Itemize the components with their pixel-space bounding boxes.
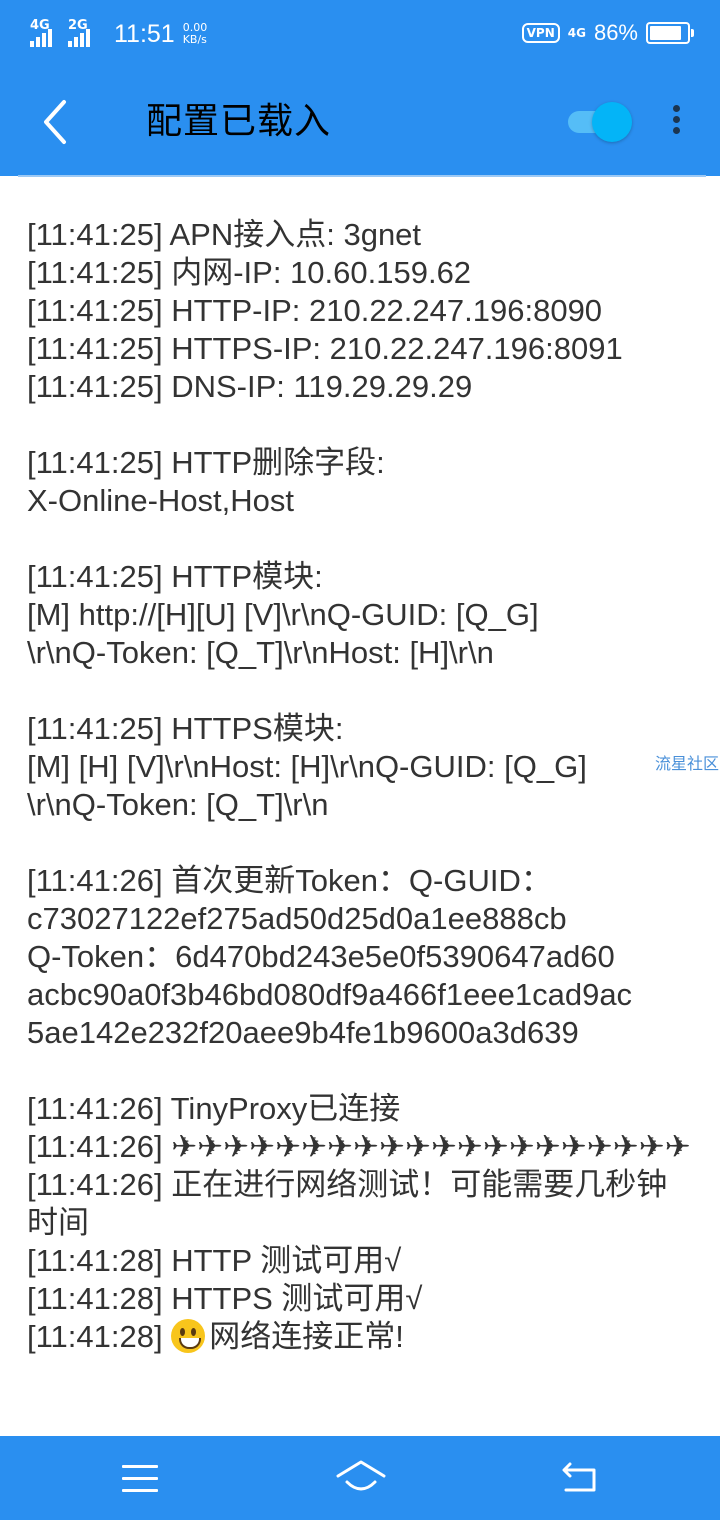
log-line: [11:41:26] 正在进行网络测试！可能需要几秒钟: [27, 1167, 668, 1202]
log-line: Q-Token：6d470bd243e5e0f5390647ad60: [27, 939, 615, 974]
navigation-bar: [0, 1436, 720, 1520]
log-line: 时间: [27, 1205, 89, 1240]
page-title: 配置已载入: [146, 101, 332, 142]
status-bar-right: VPN 4G 86%: [521, 18, 694, 48]
log-line: \r\nQ-Token: [Q_T]\r\nHost: [H]\r\n: [27, 635, 494, 670]
toggle-knob: [592, 102, 632, 142]
battery-percent: 86%: [593, 20, 638, 45]
watermark-text: 流星社区: [655, 754, 720, 773]
log-line: \r\nQ-Token: [Q_T]\r\n: [27, 787, 329, 822]
grinning-face-icon: [171, 1319, 206, 1353]
clock: 11:51: [114, 19, 175, 48]
log-line: [11:41:28] HTTP 测试可用√: [27, 1243, 402, 1278]
log-blank-line: [27, 406, 691, 444]
log-line: [11:41:25] 内网-IP: 10.60.159.62: [27, 255, 472, 290]
log-line: [11:41:28] 网络连接正常!: [27, 1318, 691, 1356]
more-vert-icon[interactable]: [668, 102, 684, 142]
log-blank-line: [27, 824, 691, 862]
log-line: c73027122ef275ad50d25d0a1ee888cb: [27, 901, 567, 936]
vpn-icon: VPN: [521, 23, 560, 43]
status-bar-left: 4G 2G 11:51 0.00 KB/s: [30, 14, 207, 54]
back-arrow-icon[interactable]: [36, 96, 76, 148]
network-type-icon: 4G: [567, 26, 586, 40]
log-view[interactable]: [11:41:25] 软件版本: 2.5.9[11:41:25] APN接入点:…: [0, 176, 720, 1436]
menu-icon[interactable]: [122, 1456, 158, 1500]
log-line: 5ae142e232f20aee9b4fe1b9600a3d639: [27, 1015, 579, 1050]
log-blank-line: [27, 520, 691, 558]
log-line: [M] [H] [V]\r\nHost: [H]\r\nQ-GUID: [Q_G…: [27, 749, 587, 784]
proxy-toggle[interactable]: [568, 102, 632, 142]
log-line: [11:41:25] APN接入点: 3gnet: [27, 217, 422, 252]
network-speed: 0.00 KB/s: [183, 22, 208, 46]
log-line: acbc90a0f3b46bd080df9a466f1eee1cad9ac: [27, 977, 633, 1012]
home-icon[interactable]: [334, 1456, 388, 1500]
battery-icon: [646, 22, 694, 44]
log-line: [11:41:26] TinyProxy已连接: [27, 1091, 401, 1126]
log-line: [M] http://[H][U] [V]\r\nQ-GUID: [Q_G]: [27, 597, 539, 632]
log-line: [11:41:28] HTTPS 测试可用√: [27, 1281, 423, 1316]
log-blank-line: [27, 1052, 691, 1090]
log-line-text: 网络连接正常!: [209, 1319, 404, 1354]
log-line: X-Online-Host,Host: [27, 483, 295, 518]
log-line: [11:41:25] HTTP模块:: [27, 559, 323, 594]
log-content: [11:41:25] 软件版本: 2.5.9[11:41:25] APN接入点:…: [27, 176, 691, 1356]
log-line: [11:41:25] DNS-IP: 119.29.29.29: [27, 369, 473, 404]
log-line: [11:41:25] HTTPS-IP: 210.22.247.196:8091: [27, 331, 623, 366]
speed-unit: KB/s: [182, 33, 207, 46]
log-line: [11:41:26] 首次更新Token：Q-GUID：: [27, 863, 552, 898]
signal-4g-icon: 4G: [30, 19, 62, 49]
log-line: [11:41:25] HTTPS模块:: [27, 711, 344, 746]
log-blank-line: [27, 178, 691, 216]
log-line: [11:41:26] ✈✈✈✈✈✈✈✈✈✈✈✈✈✈✈✈✈✈✈✈: [27, 1129, 691, 1164]
log-line: [11:41:25] HTTP删除字段:: [27, 445, 385, 480]
return-icon[interactable]: [560, 1456, 600, 1500]
signal-2g-icon: 2G: [68, 19, 100, 49]
log-blank-line: [27, 672, 691, 710]
status-bar: 4G 2G 11:51 0.00 KB/s VPN 4G 86%: [0, 0, 720, 66]
log-line: [11:41:25] HTTP-IP: 210.22.247.196:8090: [27, 293, 603, 328]
log-line-prefix: [11:41:28]: [27, 1319, 172, 1354]
